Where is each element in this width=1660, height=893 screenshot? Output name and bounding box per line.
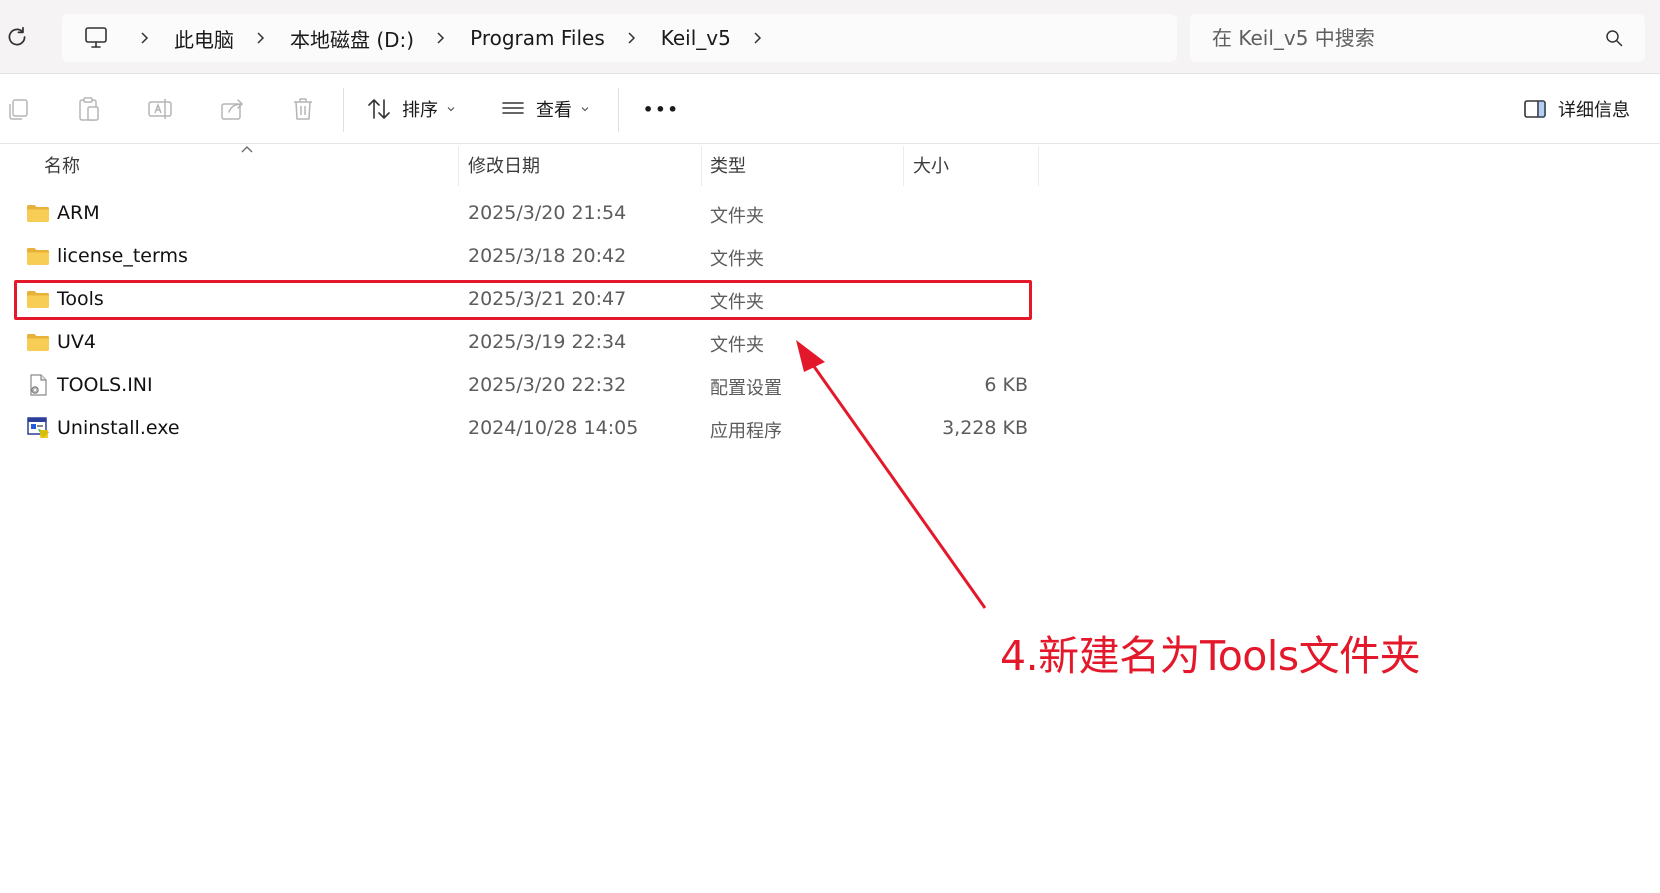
view-list-icon bbox=[502, 102, 524, 114]
breadcrumb-this-pc[interactable]: 此电脑 bbox=[170, 24, 238, 53]
copy-icon[interactable] bbox=[4, 94, 34, 124]
column-header-date[interactable]: 修改日期 bbox=[468, 144, 540, 186]
sort-icon bbox=[368, 99, 390, 119]
details-pane-button[interactable]: 详细信息 bbox=[1522, 92, 1630, 126]
address-bar-row: 此电脑 本地磁盘 (D:) Program Files Keil_v5 bbox=[0, 0, 1660, 74]
breadcrumb[interactable]: 此电脑 本地磁盘 (D:) Program Files Keil_v5 bbox=[62, 14, 1177, 62]
sort-button[interactable]: 排序 bbox=[366, 92, 456, 126]
file-name: ARM bbox=[57, 202, 100, 224]
file-name: Tools bbox=[57, 288, 104, 310]
computer-icon[interactable] bbox=[82, 24, 110, 52]
ini-file-icon bbox=[26, 373, 50, 397]
refresh-icon[interactable] bbox=[4, 24, 30, 50]
file-date: 2025/3/18 20:42 bbox=[468, 245, 627, 267]
file-name: UV4 bbox=[57, 331, 96, 353]
column-header-type[interactable]: 类型 bbox=[710, 144, 746, 186]
annotation-text: 4.新建名为Tools文件夹 bbox=[1000, 632, 1421, 680]
file-name: license_terms bbox=[57, 245, 188, 267]
column-divider[interactable] bbox=[458, 146, 459, 186]
file-row[interactable]: license_terms 2025/3/18 20:42 文件夹 bbox=[0, 235, 1040, 278]
chevron-down-icon bbox=[581, 107, 589, 112]
rename-icon[interactable] bbox=[145, 94, 175, 124]
share-icon[interactable] bbox=[217, 94, 247, 124]
file-row[interactable]: TOOLS.INI 2025/3/20 22:32 配置设置 6 KB bbox=[0, 364, 1040, 407]
details-pane-icon bbox=[1524, 100, 1546, 118]
folder-icon bbox=[26, 244, 50, 268]
file-date: 2025/3/19 22:34 bbox=[468, 331, 627, 353]
chevron-right-icon[interactable] bbox=[625, 31, 639, 45]
file-type: 配置设置 bbox=[710, 378, 782, 399]
file-name: Uninstall.exe bbox=[57, 417, 180, 439]
breadcrumb-keil-v5[interactable]: Keil_v5 bbox=[657, 26, 735, 50]
search-input[interactable] bbox=[1212, 26, 1582, 50]
chevron-right-icon[interactable] bbox=[434, 31, 448, 45]
toolbar-divider bbox=[618, 88, 619, 132]
search-icon[interactable] bbox=[1605, 29, 1623, 47]
file-row[interactable]: Tools 2025/3/21 20:47 文件夹 bbox=[0, 278, 1040, 321]
sort-label: 排序 bbox=[402, 100, 438, 121]
chevron-down-icon bbox=[447, 107, 455, 112]
file-type: 应用程序 bbox=[710, 421, 782, 442]
file-date: 2024/10/28 14:05 bbox=[468, 417, 639, 439]
command-bar: 排序 查看 ••• 详细信息 bbox=[0, 74, 1660, 144]
file-type: 文件夹 bbox=[710, 206, 764, 227]
breadcrumb-program-files[interactable]: Program Files bbox=[466, 26, 609, 50]
file-row[interactable]: ARM 2025/3/20 21:54 文件夹 bbox=[0, 192, 1040, 235]
file-row[interactable]: UV4 2025/3/19 22:34 文件夹 bbox=[0, 321, 1040, 364]
file-name: TOOLS.INI bbox=[57, 374, 153, 396]
file-type: 文件夹 bbox=[710, 249, 764, 270]
file-size: 6 KB bbox=[984, 374, 1028, 396]
toolbar-divider bbox=[343, 88, 344, 132]
exe-file-icon bbox=[26, 416, 50, 440]
paste-icon[interactable] bbox=[74, 94, 104, 124]
chevron-right-icon[interactable] bbox=[138, 31, 152, 45]
file-type: 文件夹 bbox=[710, 335, 764, 356]
file-date: 2025/3/20 22:32 bbox=[468, 374, 627, 396]
details-label: 详细信息 bbox=[1558, 100, 1630, 121]
folder-icon bbox=[26, 330, 50, 354]
more-options-icon: ••• bbox=[643, 99, 680, 119]
sort-ascending-icon bbox=[241, 146, 253, 153]
file-date: 2025/3/20 21:54 bbox=[468, 202, 627, 224]
column-divider[interactable] bbox=[903, 146, 904, 186]
column-divider[interactable] bbox=[1038, 146, 1039, 186]
more-options-button[interactable]: ••• bbox=[643, 92, 680, 126]
column-divider[interactable] bbox=[701, 146, 702, 186]
view-label: 查看 bbox=[536, 100, 572, 121]
file-size: 3,228 KB bbox=[942, 417, 1028, 439]
file-row[interactable]: Uninstall.exe 2024/10/28 14:05 应用程序 3,228 K… bbox=[0, 407, 1040, 450]
column-header-size[interactable]: 大小 bbox=[913, 144, 949, 186]
view-button[interactable]: 查看 bbox=[500, 92, 590, 126]
delete-icon[interactable] bbox=[288, 94, 318, 124]
search-box bbox=[1190, 14, 1645, 62]
breadcrumb-local-disk[interactable]: 本地磁盘 (D:) bbox=[286, 24, 418, 53]
chevron-right-icon[interactable] bbox=[751, 31, 765, 45]
chevron-right-icon[interactable] bbox=[254, 31, 268, 45]
column-header-name[interactable]: 名称 bbox=[44, 144, 80, 186]
file-type: 文件夹 bbox=[710, 292, 764, 313]
folder-icon bbox=[26, 201, 50, 225]
file-date: 2025/3/21 20:47 bbox=[468, 288, 627, 310]
folder-icon bbox=[26, 287, 50, 311]
